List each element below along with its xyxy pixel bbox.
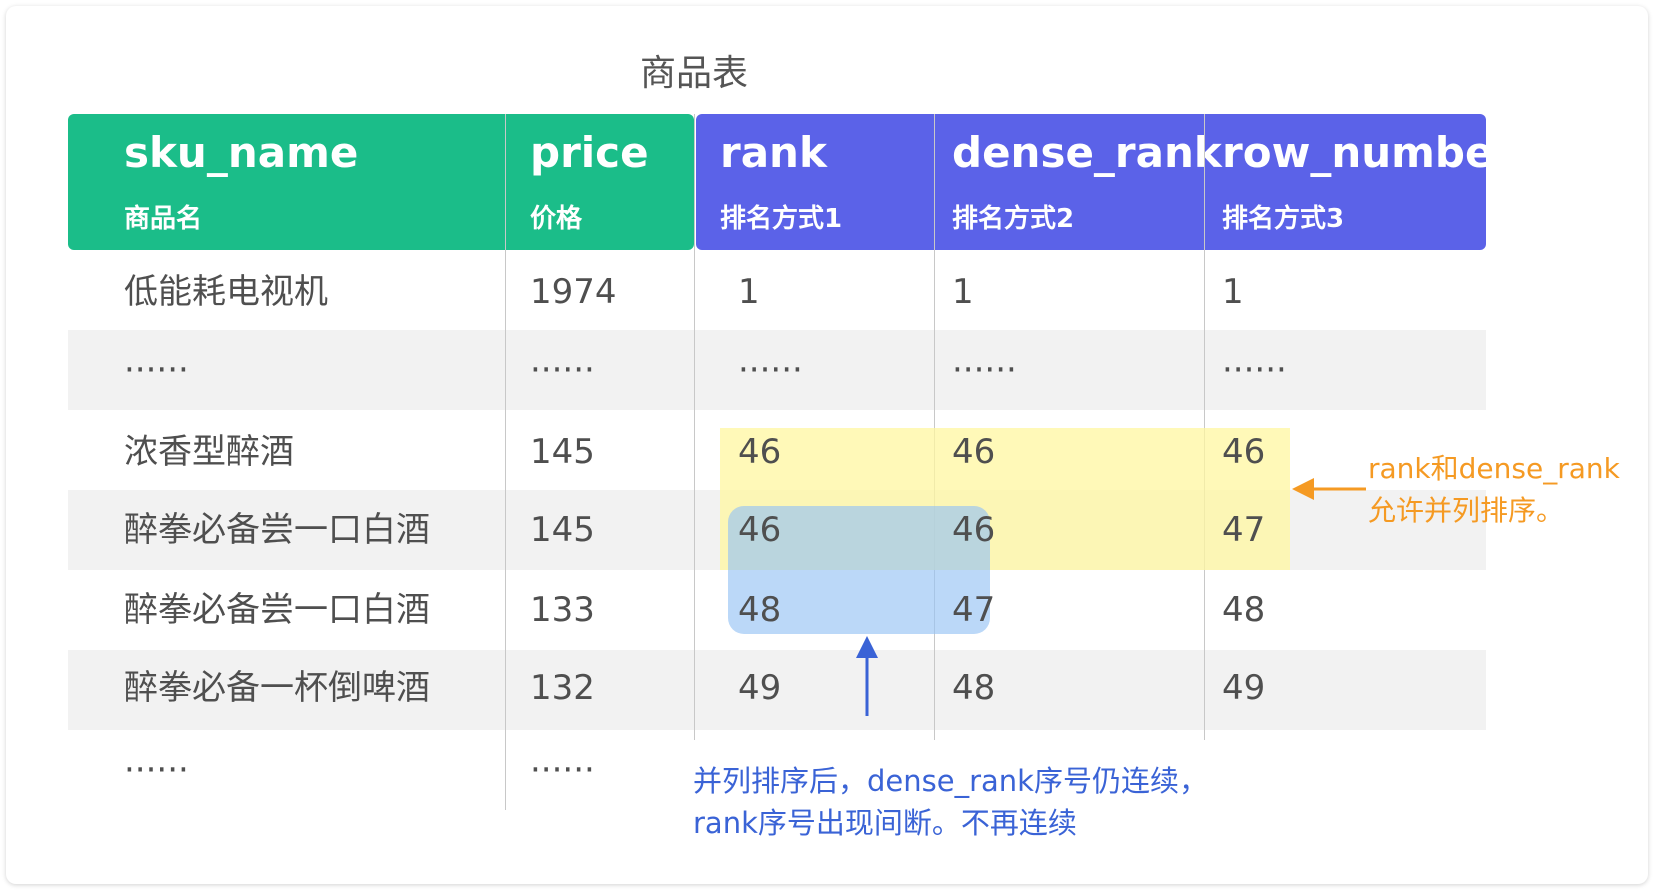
tie-annotation-line1: rank和dense_rank <box>1368 452 1620 485</box>
tie-annotation-line2: 允许并列排序。 <box>1368 494 1565 527</box>
gap-annotation-line2: rank序号出现间断。不再连续 <box>693 806 1077 840</box>
tie-annotation: rank和dense_rank 允许并列排序。 <box>1368 448 1620 532</box>
gap-annotation-line1: 并列排序后，dense_rank序号仍连续， <box>693 764 1208 798</box>
orange-arrow-icon <box>1292 478 1366 500</box>
gap-annotation: 并列排序后，dense_rank序号仍连续， rank序号出现间断。不再连续 <box>693 760 1208 844</box>
annotation-arrows <box>856 478 1366 716</box>
blue-arrow-icon <box>856 636 878 716</box>
